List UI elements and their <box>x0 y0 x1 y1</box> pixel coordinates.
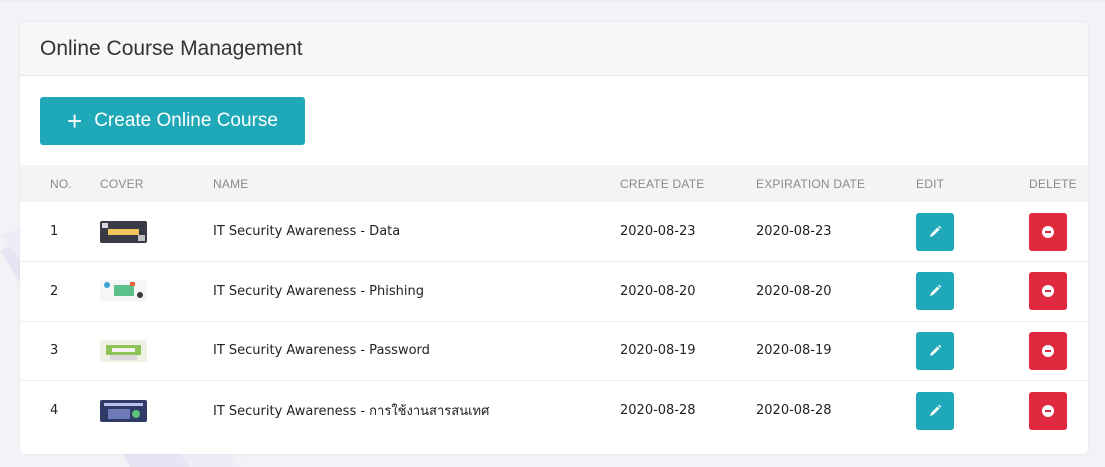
plus-icon: + <box>67 106 83 136</box>
edit-cell <box>916 321 1029 381</box>
pencil-icon <box>930 225 942 237</box>
header-cover: COVER <box>100 176 144 191</box>
table-row: 2 IT Security Awareness - Phishing 2020-… <box>20 262 1088 322</box>
create-date: 2020-08-28 <box>620 403 696 418</box>
course-cover-password[interactable] <box>100 339 147 362</box>
row-number: 3 <box>50 343 59 359</box>
course-cover-data[interactable] <box>100 220 147 243</box>
create-date: 2020-08-19 <box>620 343 696 359</box>
delete-cell <box>1029 202 1088 262</box>
create-date: 2020-08-23 <box>620 224 696 239</box>
edit-button[interactable] <box>916 331 954 370</box>
card-header: Online Course Management <box>20 22 1088 76</box>
expiration-date: 2020-08-20 <box>756 283 832 299</box>
edit-button[interactable] <box>916 391 954 430</box>
edit-cell <box>916 381 1029 441</box>
course-name: IT Security Awareness - การใช้งานสารสนเท… <box>213 404 490 419</box>
cover-cell <box>100 262 213 322</box>
pencil-icon <box>930 404 942 416</box>
edit-cell <box>916 262 1029 322</box>
page-title: Online Course Management <box>40 36 303 60</box>
edit-button[interactable] <box>916 272 954 311</box>
toolbar: + Create Online Course <box>20 76 1088 165</box>
delete-cell <box>1029 321 1088 381</box>
expiration-date: 2020-08-19 <box>756 343 832 359</box>
header-delete: DELETE <box>1029 176 1077 191</box>
row-number: 2 <box>50 283 59 299</box>
delete-cell <box>1029 262 1088 322</box>
course-cover-information[interactable] <box>100 399 147 422</box>
course-name: IT Security Awareness - Password <box>213 343 430 359</box>
edit-cell <box>916 202 1029 262</box>
minus-circle-icon <box>1042 344 1054 357</box>
expiration-date: 2020-08-23 <box>756 224 832 239</box>
create-online-course-label: Create Online Course <box>94 110 278 131</box>
cover-cell <box>100 381 213 441</box>
table-row: 3 IT Security Awareness - Password 2020-… <box>20 321 1088 381</box>
create-online-course-button[interactable]: + Create Online Course <box>40 97 305 145</box>
course-name: IT Security Awareness - Data <box>213 224 401 239</box>
table-row: 4 IT Security Awareness - การใช้งานสารสน… <box>20 381 1088 441</box>
course-management-card: Online Course Management + Create Online… <box>20 22 1088 454</box>
minus-circle-icon <box>1042 404 1054 417</box>
delete-button[interactable] <box>1029 212 1067 251</box>
pencil-icon <box>930 344 942 356</box>
cover-cell <box>100 321 213 381</box>
header-expiration-date: EXPIRATION DATE <box>756 176 866 191</box>
minus-circle-icon <box>1042 225 1054 238</box>
pencil-icon <box>930 284 942 297</box>
delete-button[interactable] <box>1029 331 1067 370</box>
table-header-row: NO. COVER NAME CREATE DATE EXPIRATION DA… <box>20 165 1088 202</box>
header-name: NAME <box>213 176 249 191</box>
cover-cell <box>100 202 213 262</box>
expiration-date: 2020-08-28 <box>756 403 832 418</box>
delete-button[interactable] <box>1029 272 1067 311</box>
top-divider <box>0 0 1105 2</box>
create-date: 2020-08-20 <box>620 283 696 299</box>
row-number: 1 <box>50 224 59 239</box>
course-cover-phishing[interactable] <box>100 280 147 303</box>
delete-button[interactable] <box>1029 391 1067 430</box>
minus-circle-icon <box>1042 285 1054 298</box>
row-number: 4 <box>50 403 59 418</box>
course-name: IT Security Awareness - Phishing <box>213 283 424 299</box>
header-edit: EDIT <box>916 176 945 191</box>
course-table: NO. COVER NAME CREATE DATE EXPIRATION DA… <box>20 165 1088 440</box>
delete-cell <box>1029 381 1088 441</box>
table-row: 1 IT Security Awareness - Data 2020-08-2… <box>20 202 1088 262</box>
edit-button[interactable] <box>916 212 954 251</box>
header-create-date: CREATE DATE <box>620 176 705 191</box>
header-no: NO. <box>50 176 72 191</box>
